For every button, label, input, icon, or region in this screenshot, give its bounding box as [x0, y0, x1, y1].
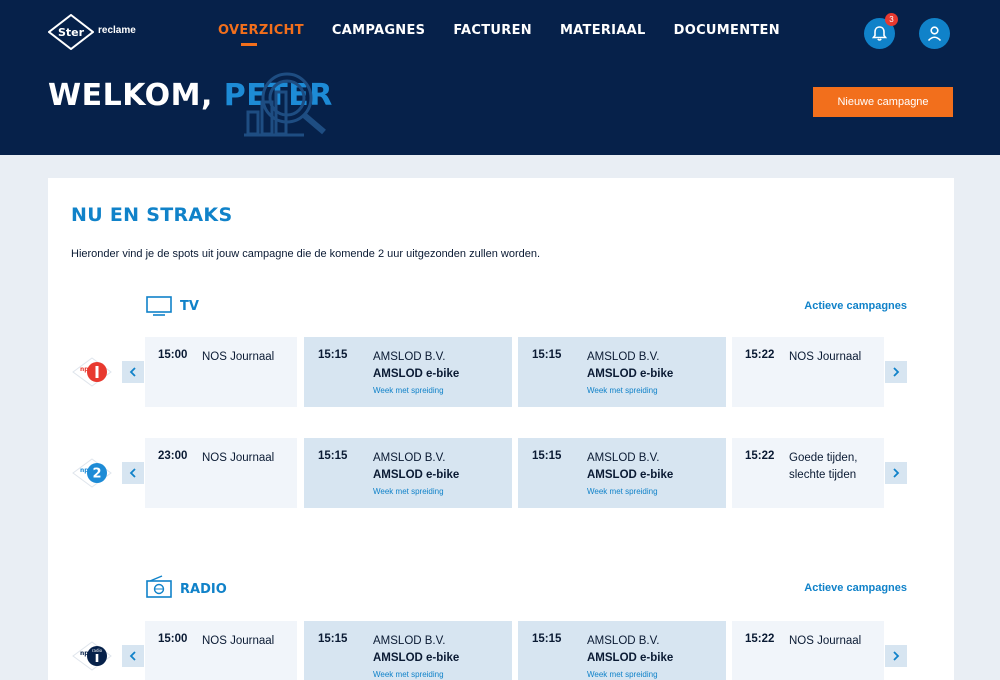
- spot-time: 15:15: [532, 450, 562, 462]
- spot-slot-campaign[interactable]: 15:15 AMSLOD B.V. AMSLOD e-bike Week met…: [518, 337, 726, 407]
- spot-spreading: Week met spreiding: [373, 386, 444, 395]
- spot-product: AMSLOD e-bike: [587, 652, 674, 664]
- chevron-left-icon: [129, 468, 136, 478]
- npo1-logo-icon: npo: [72, 357, 112, 387]
- welcome-prefix: WELKOM,: [48, 78, 224, 113]
- svg-text:Ster: Ster: [58, 26, 85, 39]
- search-chart-decoration-icon: [244, 72, 326, 137]
- now-and-later-card: NU EN STRAKS Hieronder vind je de spots …: [48, 178, 954, 680]
- chevron-right-icon: [893, 651, 900, 661]
- spot-time: 23:00: [158, 450, 188, 462]
- spot-slot[interactable]: 15:22 Goede tijden, slechte tijden: [732, 438, 884, 508]
- top-header: Ster reclame OVERZICHT CAMPAGNES FACTURE…: [0, 0, 1000, 155]
- spot-time: 15:15: [532, 633, 562, 645]
- section-radio-label: RADIO: [180, 582, 227, 597]
- chevron-left-icon: [129, 651, 136, 661]
- new-campaign-button[interactable]: Nieuwe campagne: [813, 87, 953, 117]
- spot-time: 15:15: [318, 450, 348, 462]
- spot-time: 15:15: [318, 633, 348, 645]
- spot-program: NOS Journaal: [789, 635, 862, 647]
- spot-slot[interactable]: 15:22 NOS Journaal: [732, 621, 884, 680]
- spot-time: 15:15: [532, 349, 562, 361]
- tv-icon: [146, 296, 172, 316]
- logo-subtitle: reclame: [98, 25, 136, 36]
- radio1-prev-arrow[interactable]: [122, 645, 144, 667]
- spot-product: AMSLOD e-bike: [587, 469, 674, 481]
- spot-program: NOS Journaal: [202, 452, 275, 464]
- channel-row-npo2: 2 npo 23:00 NOS Journaal 15:15 AMSLOD B.…: [48, 438, 954, 508]
- chevron-left-icon: [129, 367, 136, 377]
- svg-text:npo: npo: [80, 467, 93, 474]
- spot-advertiser: AMSLOD B.V.: [373, 351, 446, 363]
- main-nav: OVERZICHT CAMPAGNES FACTUREN MATERIAAL D…: [218, 22, 808, 46]
- card-intro-text: Hieronder vind je de spots uit jouw camp…: [71, 248, 541, 260]
- spot-product: AMSLOD e-bike: [587, 368, 674, 380]
- nav-campagnes[interactable]: CAMPAGNES: [332, 22, 425, 46]
- channel-row-radio1: radio npo 15:00 NOS Journaal 15:15 AMSLO…: [48, 621, 954, 680]
- spot-spreading: Week met spreiding: [587, 487, 658, 496]
- svg-text:npo: npo: [80, 366, 93, 373]
- spot-advertiser: AMSLOD B.V.: [587, 635, 660, 647]
- radio1-next-arrow[interactable]: [885, 645, 907, 667]
- spot-slot-campaign[interactable]: 15:15 AMSLOD B.V. AMSLOD e-bike Week met…: [304, 438, 512, 508]
- spot-program: Goede tijden, slechte tijden: [789, 452, 858, 481]
- chevron-right-icon: [893, 367, 900, 377]
- spot-slot[interactable]: 23:00 NOS Journaal: [145, 438, 297, 508]
- spot-time: 15:22: [745, 349, 775, 361]
- notification-count-badge: 3: [885, 13, 898, 26]
- spot-time: 15:15: [318, 349, 348, 361]
- spot-advertiser: AMSLOD B.V.: [373, 452, 446, 464]
- spot-spreading: Week met spreiding: [587, 386, 658, 395]
- spot-slot-campaign[interactable]: 15:15 AMSLOD B.V. AMSLOD e-bike Week met…: [518, 438, 726, 508]
- spot-program: NOS Journaal: [202, 351, 275, 363]
- bell-icon: [871, 26, 888, 41]
- ster-logo[interactable]: Ster reclame: [48, 14, 148, 50]
- spot-program: NOS Journaal: [202, 635, 275, 647]
- spot-time: 15:22: [745, 633, 775, 645]
- npo2-prev-arrow[interactable]: [122, 462, 144, 484]
- nav-overzicht[interactable]: OVERZICHT: [218, 22, 304, 46]
- svg-text:2: 2: [92, 467, 101, 482]
- spot-spreading: Week met spreiding: [373, 487, 444, 496]
- nav-materiaal[interactable]: MATERIAAL: [560, 22, 646, 46]
- radio-active-campaigns-link[interactable]: Actieve campagnes: [804, 582, 907, 594]
- spot-slot[interactable]: 15:22 NOS Journaal: [732, 337, 884, 407]
- npo1-prev-arrow[interactable]: [122, 361, 144, 383]
- section-tv-label: TV: [180, 299, 199, 314]
- spot-advertiser: AMSLOD B.V.: [587, 351, 660, 363]
- spot-advertiser: AMSLOD B.V.: [587, 452, 660, 464]
- spot-slot-campaign[interactable]: 15:15 AMSLOD B.V. AMSLOD e-bike Week met…: [304, 621, 512, 680]
- spot-time: 15:00: [158, 633, 188, 645]
- user-icon: [927, 26, 942, 42]
- spot-product: AMSLOD e-bike: [373, 652, 460, 664]
- nav-facturen[interactable]: FACTUREN: [453, 22, 532, 46]
- spot-spreading: Week met spreiding: [373, 670, 444, 679]
- ster-logo-icon: Ster: [48, 14, 94, 50]
- chevron-right-icon: [893, 468, 900, 478]
- radio-icon: [146, 575, 172, 598]
- spot-advertiser: AMSLOD B.V.: [373, 635, 446, 647]
- tv-active-campaigns-link[interactable]: Actieve campagnes: [804, 300, 907, 312]
- spot-slot-campaign[interactable]: 15:15 AMSLOD B.V. AMSLOD e-bike Week met…: [518, 621, 726, 680]
- spot-product: AMSLOD e-bike: [373, 469, 460, 481]
- npo2-next-arrow[interactable]: [885, 462, 907, 484]
- npo-radio1-logo-icon: radio npo: [72, 641, 112, 671]
- channel-row-npo1: npo 15:00 NOS Journaal 15:15 AMSLOD B.V.…: [48, 337, 954, 407]
- npo2-logo-icon: 2 npo: [72, 458, 112, 488]
- spot-time: 15:22: [745, 450, 775, 462]
- spot-slot-campaign[interactable]: 15:15 AMSLOD B.V. AMSLOD e-bike Week met…: [304, 337, 512, 407]
- svg-text:npo: npo: [80, 650, 93, 657]
- spot-slot[interactable]: 15:00 NOS Journaal: [145, 621, 297, 680]
- spot-program: NOS Journaal: [789, 351, 862, 363]
- svg-text:radio: radio: [92, 648, 103, 653]
- spot-spreading: Week met spreiding: [587, 670, 658, 679]
- card-title: NU EN STRAKS: [71, 204, 233, 226]
- npo1-next-arrow[interactable]: [885, 361, 907, 383]
- spot-time: 15:00: [158, 349, 188, 361]
- nav-documenten[interactable]: DOCUMENTEN: [674, 22, 780, 46]
- spot-product: AMSLOD e-bike: [373, 368, 460, 380]
- spot-slot[interactable]: 15:00 NOS Journaal: [145, 337, 297, 407]
- account-button[interactable]: [919, 18, 950, 49]
